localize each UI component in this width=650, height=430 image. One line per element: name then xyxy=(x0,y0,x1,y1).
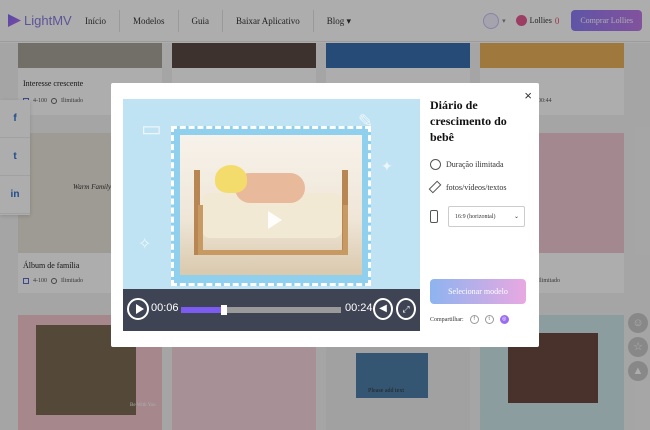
share-row: Compartilhar: f t ◎ xyxy=(430,315,509,324)
facebook-icon[interactable]: f xyxy=(469,315,479,324)
player-controls: 00:06 00:24 ◀ ⤢ xyxy=(123,289,420,331)
select-template-button[interactable]: Selecionar modelo xyxy=(430,279,526,304)
current-time: 00:06 xyxy=(151,302,179,314)
twitter-icon[interactable]: t xyxy=(484,315,494,324)
ratio-row: 16:9 (horizontal) ⌄ xyxy=(430,206,530,227)
play-button[interactable] xyxy=(127,298,149,320)
play-overlay-icon[interactable] xyxy=(268,211,282,229)
feature-duration: Duração ilimitada xyxy=(430,159,530,170)
progress-handle[interactable] xyxy=(221,305,227,315)
video-player[interactable]: ▭ ✎ ✦ ✧ 00:06 00:24 ◀ ⤢ xyxy=(123,99,420,331)
phone-icon xyxy=(430,210,438,223)
template-preview-modal: × ▭ ✎ ✦ ✧ 00:06 00:24 ◀ ⤢ Diário de cres… xyxy=(111,83,539,347)
progress-fill xyxy=(181,307,221,313)
feature-label: Duração ilimitada xyxy=(446,160,504,169)
doodle-icon: ✧ xyxy=(138,234,152,253)
aspect-ratio-select[interactable]: 16:9 (horizontal) ⌄ xyxy=(448,206,525,227)
feature-media: fotos/vídeos/textos xyxy=(428,180,530,194)
doodle-icon: ✦ xyxy=(381,159,393,175)
fullscreen-icon[interactable]: ⤢ xyxy=(396,298,416,320)
chevron-down-icon: ⌄ xyxy=(513,214,519,220)
progress-bar[interactable] xyxy=(181,305,341,315)
template-title: Diário de crescimento do bebê xyxy=(430,98,507,144)
template-info: Diário de crescimento do bebê Duração il… xyxy=(428,97,530,227)
aspect-ratio-value: 16:9 (horizontal) xyxy=(455,213,496,220)
volume-icon[interactable]: ◀ xyxy=(373,298,393,320)
doodle-icon: ▭ xyxy=(141,117,162,142)
share-label: Compartilhar: xyxy=(430,316,464,323)
feature-label: fotos/vídeos/textos xyxy=(446,182,507,192)
total-time: 00:24 xyxy=(345,302,373,314)
baby-photo xyxy=(180,135,362,275)
instagram-icon[interactable]: ◎ xyxy=(499,315,509,324)
clock-icon xyxy=(430,159,441,170)
pencil-icon xyxy=(428,180,442,194)
